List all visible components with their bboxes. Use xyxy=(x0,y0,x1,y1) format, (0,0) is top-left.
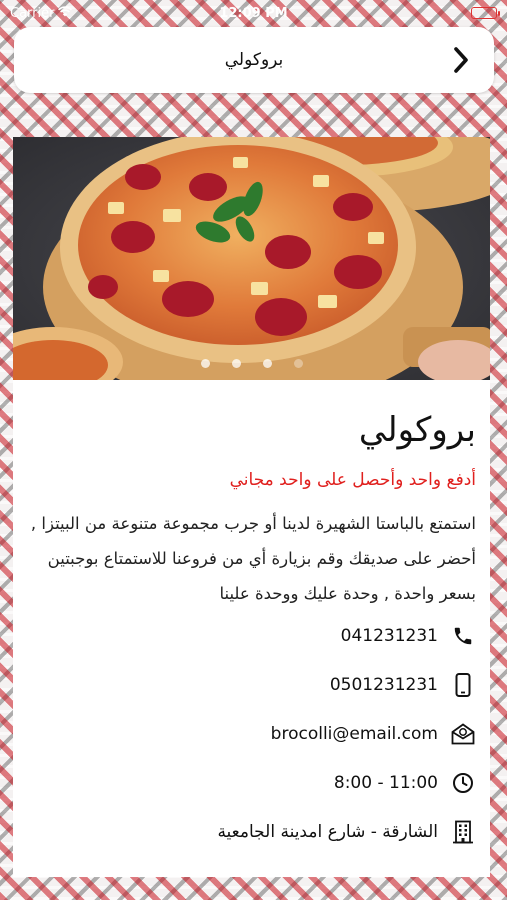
pagination-dots[interactable] xyxy=(13,359,490,368)
phone-row[interactable]: 041231231 xyxy=(25,611,476,660)
mobile-text: 0501231231 xyxy=(329,674,438,695)
nav-bar: بروكولي xyxy=(14,27,494,93)
chevron-right-icon[interactable] xyxy=(446,45,476,75)
pagination-dot[interactable] xyxy=(231,359,241,368)
offer-text: أدفع واحد وأحصل على واحد مجاني xyxy=(229,470,476,490)
pagination-dot[interactable] xyxy=(262,359,272,368)
email-icon xyxy=(450,721,476,747)
phone-icon xyxy=(450,623,476,649)
address-text: الشارقة - شارع امدينة الجامعية xyxy=(217,821,438,842)
image-slider[interactable] xyxy=(13,137,490,380)
wifi-icon xyxy=(58,5,73,21)
status-bar: Carrier 12:09 PM xyxy=(0,0,507,26)
status-time: 12:09 PM xyxy=(219,5,288,21)
description-text: استمتع بالباستا الشهيرة لدينا أو جرب مجم… xyxy=(30,514,476,603)
carrier-label: Carrier xyxy=(10,5,55,21)
phone-text: 041231231 xyxy=(340,625,438,646)
restaurant-card: بروكولي أدفع واحد وأحصل على واحد مجاني ا… xyxy=(13,137,490,877)
pizza-image xyxy=(13,137,490,380)
building-icon xyxy=(450,819,476,845)
hours-text: 8:00 - 11:00 xyxy=(333,772,438,793)
email-row[interactable]: brocolli@email.com xyxy=(25,709,476,758)
battery-icon xyxy=(471,7,500,19)
mobile-row[interactable]: 0501231231 xyxy=(25,660,476,709)
clock-icon xyxy=(450,770,476,796)
mobile-icon xyxy=(450,672,476,698)
email-text: brocolli@email.com xyxy=(270,723,438,744)
nav-title: بروكولي xyxy=(224,50,284,70)
address-row[interactable]: الشارقة - شارع امدينة الجامعية xyxy=(25,807,476,856)
status-left: Carrier xyxy=(10,5,73,21)
restaurant-name: بروكولي xyxy=(358,410,476,450)
restaurant-details: بروكولي أدفع واحد وأحصل على واحد مجاني ا… xyxy=(13,408,490,856)
pagination-dot[interactable] xyxy=(200,359,210,368)
hours-row: 8:00 - 11:00 xyxy=(25,758,476,807)
pagination-dot-active[interactable] xyxy=(293,359,303,368)
